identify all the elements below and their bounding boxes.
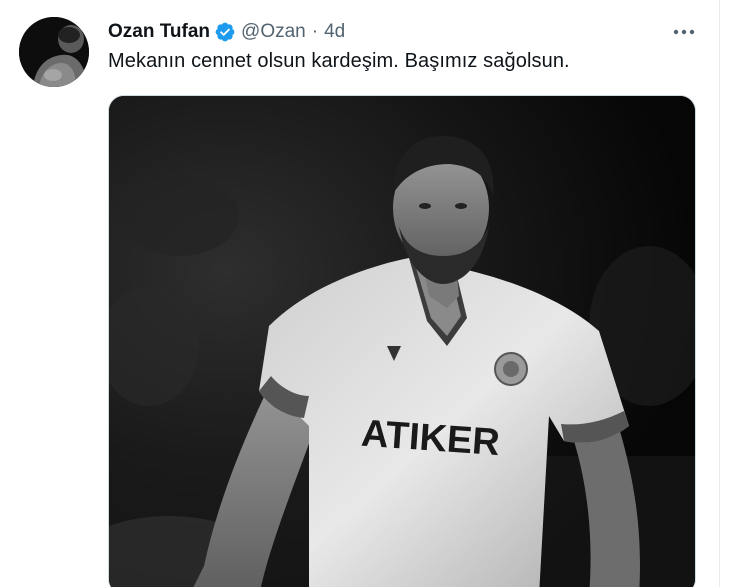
timeline-border	[719, 0, 720, 587]
more-horizontal-icon	[673, 29, 695, 35]
tweet-media-photo[interactable]: ATIKER	[108, 95, 696, 587]
avatar[interactable]	[19, 17, 89, 87]
user-handle[interactable]: @Ozan	[241, 21, 306, 43]
player-photo: ATIKER	[109, 96, 695, 587]
verified-badge-icon	[214, 21, 236, 43]
tweet-text: Mekanın cennet olsun kardeşim. Başımız s…	[108, 50, 570, 72]
timestamp[interactable]: 4d	[324, 21, 345, 43]
tweet-header: Ozan Tufan @Ozan · 4d	[108, 18, 345, 46]
display-name[interactable]: Ozan Tufan	[108, 21, 210, 43]
more-options-button[interactable]	[666, 20, 702, 44]
separator-dot: ·	[311, 21, 319, 42]
avatar-image	[19, 17, 89, 87]
tweet-card: Ozan Tufan @Ozan · 4d Mekanın cennet ols…	[0, 0, 750, 587]
